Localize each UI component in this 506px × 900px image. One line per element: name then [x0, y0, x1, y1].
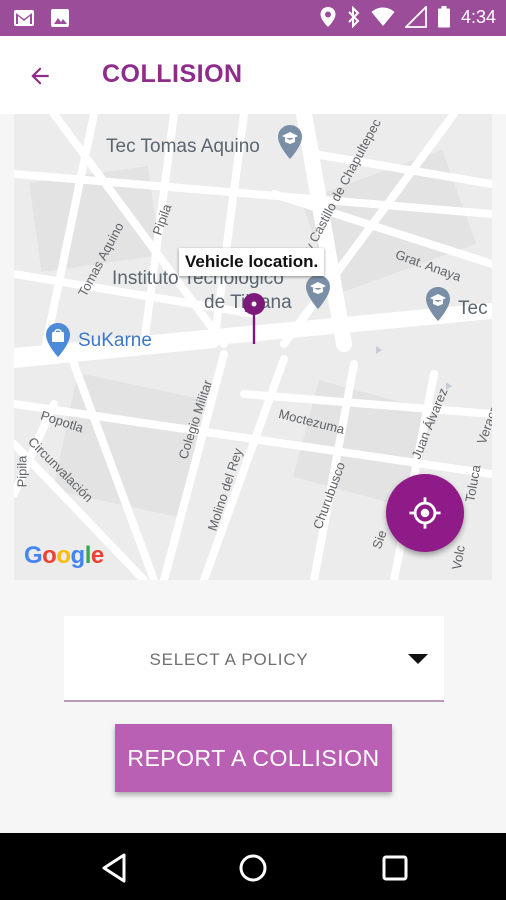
home-circle-icon [239, 854, 267, 882]
signal-icon [404, 6, 427, 28]
map-view[interactable]: Tec Tomas Aquino Instituto Tecnológico d… [14, 114, 492, 580]
policy-select-label: SELECT A POLICY [149, 650, 309, 669]
my-location-button[interactable] [386, 474, 464, 552]
google-logo: Google [24, 542, 104, 569]
graduation-cap-icon [304, 274, 332, 315]
nav-home-button[interactable] [236, 851, 270, 885]
graduation-cap-icon [424, 286, 452, 327]
map-pin-icon [243, 293, 265, 344]
back-triangle-icon [102, 853, 126, 883]
graduation-cap-icon [276, 124, 304, 165]
nav-recents-button[interactable] [378, 851, 412, 885]
location-icon [319, 6, 337, 28]
vehicle-location-tooltip: Vehicle location. [179, 248, 325, 276]
system-nav-bar [0, 833, 506, 900]
status-bar: 4:34 [0, 0, 506, 36]
poi-sukarne-label: SuKarne [78, 330, 152, 351]
street-label: Pipila [14, 455, 30, 488]
app-bar: COLLISION [0, 36, 506, 114]
dropdown-arrow-icon [408, 654, 428, 664]
status-clock: 4:34 [460, 6, 496, 27]
gmail-icon [12, 6, 36, 30]
policy-select[interactable]: SELECT A POLICY [64, 616, 444, 702]
back-button[interactable] [20, 56, 60, 96]
page-title: COLLISION [102, 60, 243, 88]
bluetooth-icon [347, 6, 361, 28]
my-location-icon [409, 497, 441, 529]
vehicle-location-pin[interactable] [242, 292, 266, 351]
arrow-left-icon [31, 67, 49, 85]
nav-back-button[interactable] [98, 851, 132, 885]
image-icon [48, 6, 72, 30]
poi-tec-right-label: Tec [458, 298, 488, 319]
poi-tec-tomas-label: Tec Tomas Aquino [106, 136, 260, 157]
shopping-icon [44, 322, 72, 363]
wifi-icon [371, 7, 395, 27]
report-collision-button[interactable]: REPORT A COLLISION [115, 724, 392, 792]
recents-square-icon [382, 855, 408, 881]
battery-icon [437, 6, 451, 28]
